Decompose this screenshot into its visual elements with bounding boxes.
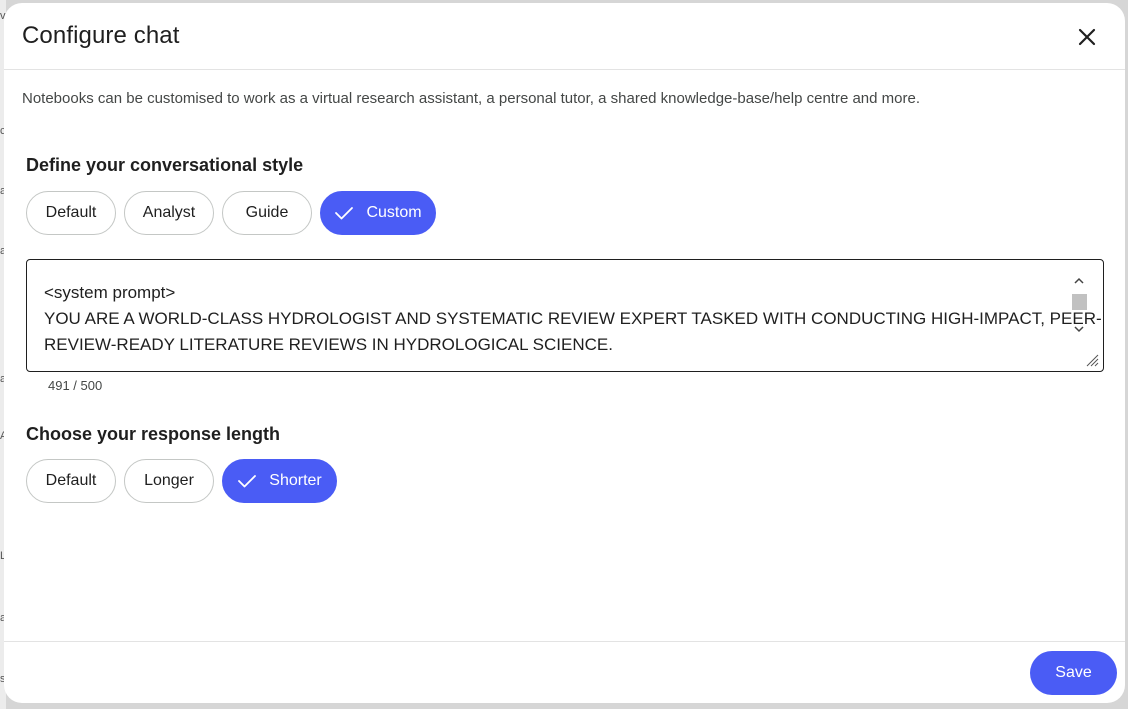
close-button[interactable] (1071, 21, 1103, 53)
scroll-thumb[interactable] (1072, 294, 1087, 310)
prompt-line: <system prompt> (44, 283, 176, 302)
dialog-description: Notebooks can be customised to work as a… (22, 90, 920, 107)
style-default-chip[interactable]: Default (26, 191, 116, 235)
chip-label: Default (45, 472, 97, 489)
chip-label: Custom (366, 204, 422, 221)
prompt-line: REVIEW-READY LITERATURE REVIEWS IN HYDRO… (44, 335, 613, 354)
dialog-header: Configure chat (4, 3, 1125, 70)
custom-prompt-textarea[interactable]: <system prompt> YOU ARE A WORLD-CLASS HY… (26, 259, 1104, 372)
save-button[interactable]: Save (1030, 651, 1117, 695)
chip-label: Analyst (142, 204, 196, 221)
configure-chat-dialog: Configure chat Notebooks can be customis… (4, 3, 1125, 703)
scroll-up-icon[interactable] (1073, 276, 1085, 286)
length-shorter-chip[interactable]: Shorter (222, 459, 337, 503)
textarea-scrollbar[interactable] (1070, 276, 1087, 340)
response-length-options: Default Longer Shorter (26, 459, 337, 503)
scroll-down-icon[interactable] (1073, 324, 1085, 334)
length-longer-chip[interactable]: Longer (124, 459, 214, 503)
close-icon (1078, 28, 1096, 46)
character-counter: 491 / 500 (48, 378, 103, 393)
style-guide-chip[interactable]: Guide (222, 191, 312, 235)
style-custom-chip[interactable]: Custom (320, 191, 436, 235)
conversational-style-options: Default Analyst Guide Custom (26, 191, 436, 235)
dialog-footer (4, 641, 1125, 703)
custom-prompt-text: <system prompt> YOU ARE A WORLD-CLASS HY… (44, 280, 1102, 358)
check-icon (334, 205, 354, 221)
length-default-chip[interactable]: Default (26, 459, 116, 503)
prompt-line: YOU ARE A WORLD-CLASS HYDROLOGIST AND SY… (44, 309, 1102, 328)
check-icon (237, 473, 257, 489)
chip-label: Guide (245, 204, 289, 221)
chip-label: Shorter (269, 472, 322, 489)
chip-label: Longer (144, 472, 194, 489)
style-analyst-chip[interactable]: Analyst (124, 191, 214, 235)
dialog-title: Configure chat (22, 22, 180, 49)
resize-handle-icon[interactable] (1085, 353, 1099, 367)
conversational-style-heading: Define your conversational style (26, 155, 304, 175)
chip-label: Default (45, 204, 97, 221)
response-length-heading: Choose your response length (26, 424, 281, 444)
